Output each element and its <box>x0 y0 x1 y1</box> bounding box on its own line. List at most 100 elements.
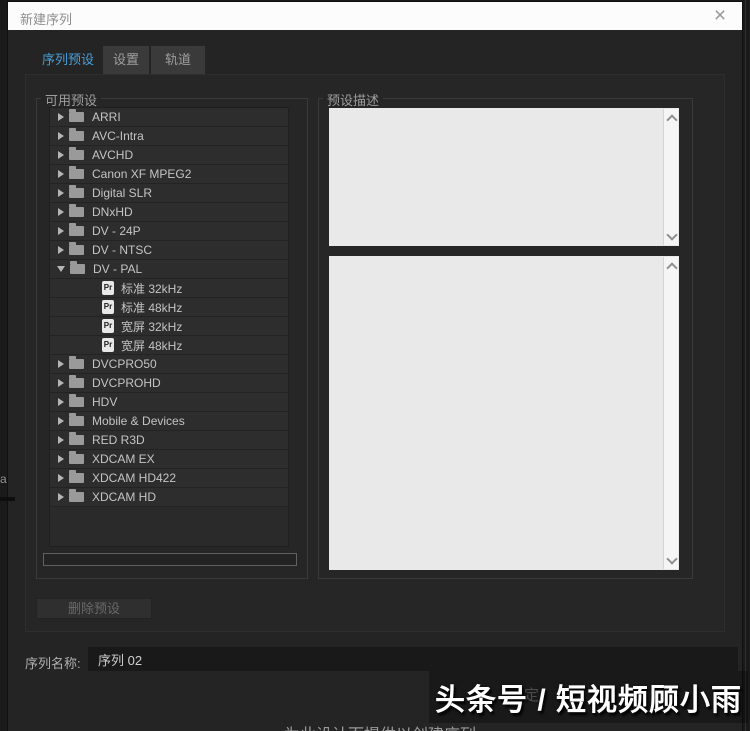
folder-icon <box>69 223 84 236</box>
tree-row-label: AVC-Intra <box>92 129 144 143</box>
pr-file-icon: Pr <box>102 338 114 352</box>
close-icon[interactable]: × <box>708 3 732 29</box>
pr-file-icon: Pr <box>102 319 114 333</box>
horizontal-scrollbar[interactable] <box>43 553 297 566</box>
preset-tree[interactable]: ARRI AVC-Intra AVCHD Canon XF MPEG2 Digi… <box>49 107 289 547</box>
tree-row[interactable]: DV - 24P <box>50 222 288 241</box>
folder-icon <box>69 394 84 407</box>
folder-icon <box>69 451 84 464</box>
caret-icon[interactable] <box>57 266 65 272</box>
caret-icon[interactable] <box>58 170 64 178</box>
vertical-scrollbar[interactable] <box>663 257 678 569</box>
caret-icon[interactable] <box>58 132 64 140</box>
tree-row-label: RED R3D <box>92 433 145 447</box>
tree-row-label: DVCPROHD <box>92 376 161 390</box>
tree-row[interactable]: HDV <box>50 393 288 412</box>
caret-icon[interactable] <box>58 398 64 406</box>
folder-icon <box>69 109 84 122</box>
caret-icon[interactable] <box>58 189 64 197</box>
tree-row-label: Mobile & Devices <box>92 414 185 428</box>
tree-row-label: XDCAM EX <box>92 452 155 466</box>
page: 新建序列 × 序列预设 设置 轨道 可用预设 ARRI AVC-Intra AV… <box>0 0 750 731</box>
sequence-name-label: 序列名称: <box>25 656 81 671</box>
tree-row[interactable]: Pr 标准 48kHz <box>50 298 288 317</box>
caret-icon[interactable] <box>58 151 64 159</box>
tree-row[interactable]: DV - NTSC <box>50 241 288 260</box>
tree-row-label: 宽屏 48kHz <box>121 338 183 353</box>
tree-row[interactable]: AVC-Intra <box>50 127 288 146</box>
tree-row[interactable]: XDCAM HD <box>50 488 288 507</box>
tab-sequence-presets[interactable]: 序列预设 <box>35 46 101 74</box>
scroll-down-icon[interactable] <box>667 556 675 564</box>
tree-row[interactable]: XDCAM EX <box>50 450 288 469</box>
caret-icon[interactable] <box>58 227 64 235</box>
tree-row[interactable]: Pr 标准 32kHz <box>50 279 288 298</box>
folder-icon <box>69 413 84 426</box>
sequence-name-input[interactable] <box>88 647 738 671</box>
tree-row-label: DV - PAL <box>93 262 143 276</box>
tab-settings[interactable]: 设置 <box>103 46 149 74</box>
tree-row[interactable]: Pr 宽屏 32kHz <box>50 317 288 336</box>
scroll-up-icon[interactable] <box>667 114 675 122</box>
vertical-scrollbar[interactable] <box>663 109 678 245</box>
dialog-title: 新建序列 <box>20 12 73 27</box>
tree-row[interactable]: DNxHD <box>50 203 288 222</box>
right-edge-line <box>745 0 746 731</box>
tree-row[interactable]: DVCPRO50 <box>50 355 288 374</box>
tree-row-label: DVCPRO50 <box>92 357 157 371</box>
caret-icon[interactable] <box>58 113 64 121</box>
preset-description-legend: 预设描述 <box>323 90 384 109</box>
tab-tracks[interactable]: 轨道 <box>151 46 205 74</box>
tree-row[interactable]: Canon XF MPEG2 <box>50 165 288 184</box>
caret-icon[interactable] <box>58 493 64 501</box>
tree-row[interactable]: XDCAM HD422 <box>50 469 288 488</box>
folder-icon <box>69 242 84 255</box>
dialog-titlebar: 新建序列 × <box>8 2 742 30</box>
delete-preset-button[interactable]: 删除预设 <box>36 598 152 619</box>
tree-row-label: XDCAM HD <box>92 490 157 504</box>
folder-icon <box>69 204 84 217</box>
folder-icon <box>69 489 84 502</box>
caret-icon[interactable] <box>58 417 64 425</box>
pr-file-icon: Pr <box>102 300 114 314</box>
tree-row-label: Digital SLR <box>92 186 153 200</box>
tree-row[interactable]: AVCHD <box>50 146 288 165</box>
caret-icon[interactable] <box>58 474 64 482</box>
folder-icon <box>69 147 84 160</box>
pr-file-icon: Pr <box>102 281 114 295</box>
caret-icon[interactable] <box>58 246 64 254</box>
tree-row[interactable]: Pr 宽屏 48kHz <box>50 336 288 355</box>
sequence-presets-panel: 可用预设 ARRI AVC-Intra AVCHD Canon XF MPEG2… <box>25 74 725 632</box>
description-box-top <box>329 108 679 246</box>
caret-icon[interactable] <box>58 208 64 216</box>
caret-icon[interactable] <box>58 436 64 444</box>
tree-row-label: HDV <box>92 395 118 409</box>
tree-row-label: ARRI <box>92 110 121 124</box>
left-edge-artifact: a <box>0 472 7 486</box>
folder-icon <box>69 166 84 179</box>
available-presets-group: 可用预设 ARRI AVC-Intra AVCHD Canon XF MPEG2… <box>36 90 308 579</box>
tree-row-label: XDCAM HD422 <box>92 471 177 485</box>
dialog-body: 序列预设 设置 轨道 可用预设 ARRI AVC-Intra AVCHD Can… <box>8 30 742 731</box>
tree-row[interactable]: RED R3D <box>50 431 288 450</box>
tree-row[interactable]: ARRI <box>50 108 288 127</box>
scroll-down-icon[interactable] <box>667 232 675 240</box>
caret-icon[interactable] <box>58 360 64 368</box>
folder-icon <box>69 432 84 445</box>
tree-row[interactable]: Mobile & Devices <box>50 412 288 431</box>
left-edge-bar <box>0 497 15 501</box>
watermark-text: 头条号 / 短视频顾小雨 <box>428 671 748 723</box>
tree-row[interactable]: DV - PAL <box>50 260 288 279</box>
tree-row-label: 宽屏 32kHz <box>121 319 183 334</box>
caret-icon[interactable] <box>58 379 64 387</box>
tree-row-label: 标准 48kHz <box>121 300 183 315</box>
folder-icon <box>69 356 84 369</box>
preset-description-group: 预设描述 <box>318 90 693 579</box>
tree-row-label: DV - NTSC <box>92 243 152 257</box>
scroll-up-icon[interactable] <box>667 262 675 270</box>
tree-row[interactable]: DVCPROHD <box>50 374 288 393</box>
tree-row[interactable]: Digital SLR <box>50 184 288 203</box>
caret-icon[interactable] <box>58 455 64 463</box>
tree-row-label: DNxHD <box>92 205 133 219</box>
folder-icon <box>69 185 84 198</box>
